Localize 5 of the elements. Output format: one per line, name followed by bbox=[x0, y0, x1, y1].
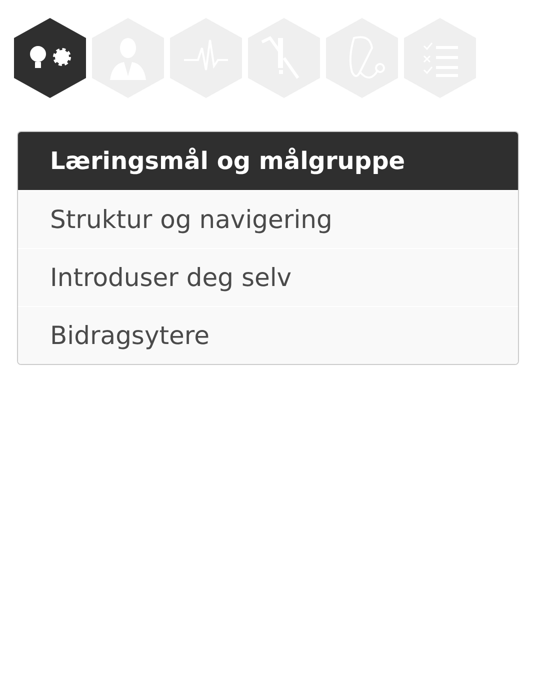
menu-item[interactable]: Introduser deg selv bbox=[18, 248, 518, 306]
menu-item[interactable]: Læringsmål og målgruppe bbox=[18, 132, 518, 190]
menu-item[interactable]: Bidragsytere bbox=[18, 306, 518, 364]
menu-item[interactable]: Struktur og navigering bbox=[18, 190, 518, 248]
hexagon-tab[interactable] bbox=[14, 18, 86, 98]
